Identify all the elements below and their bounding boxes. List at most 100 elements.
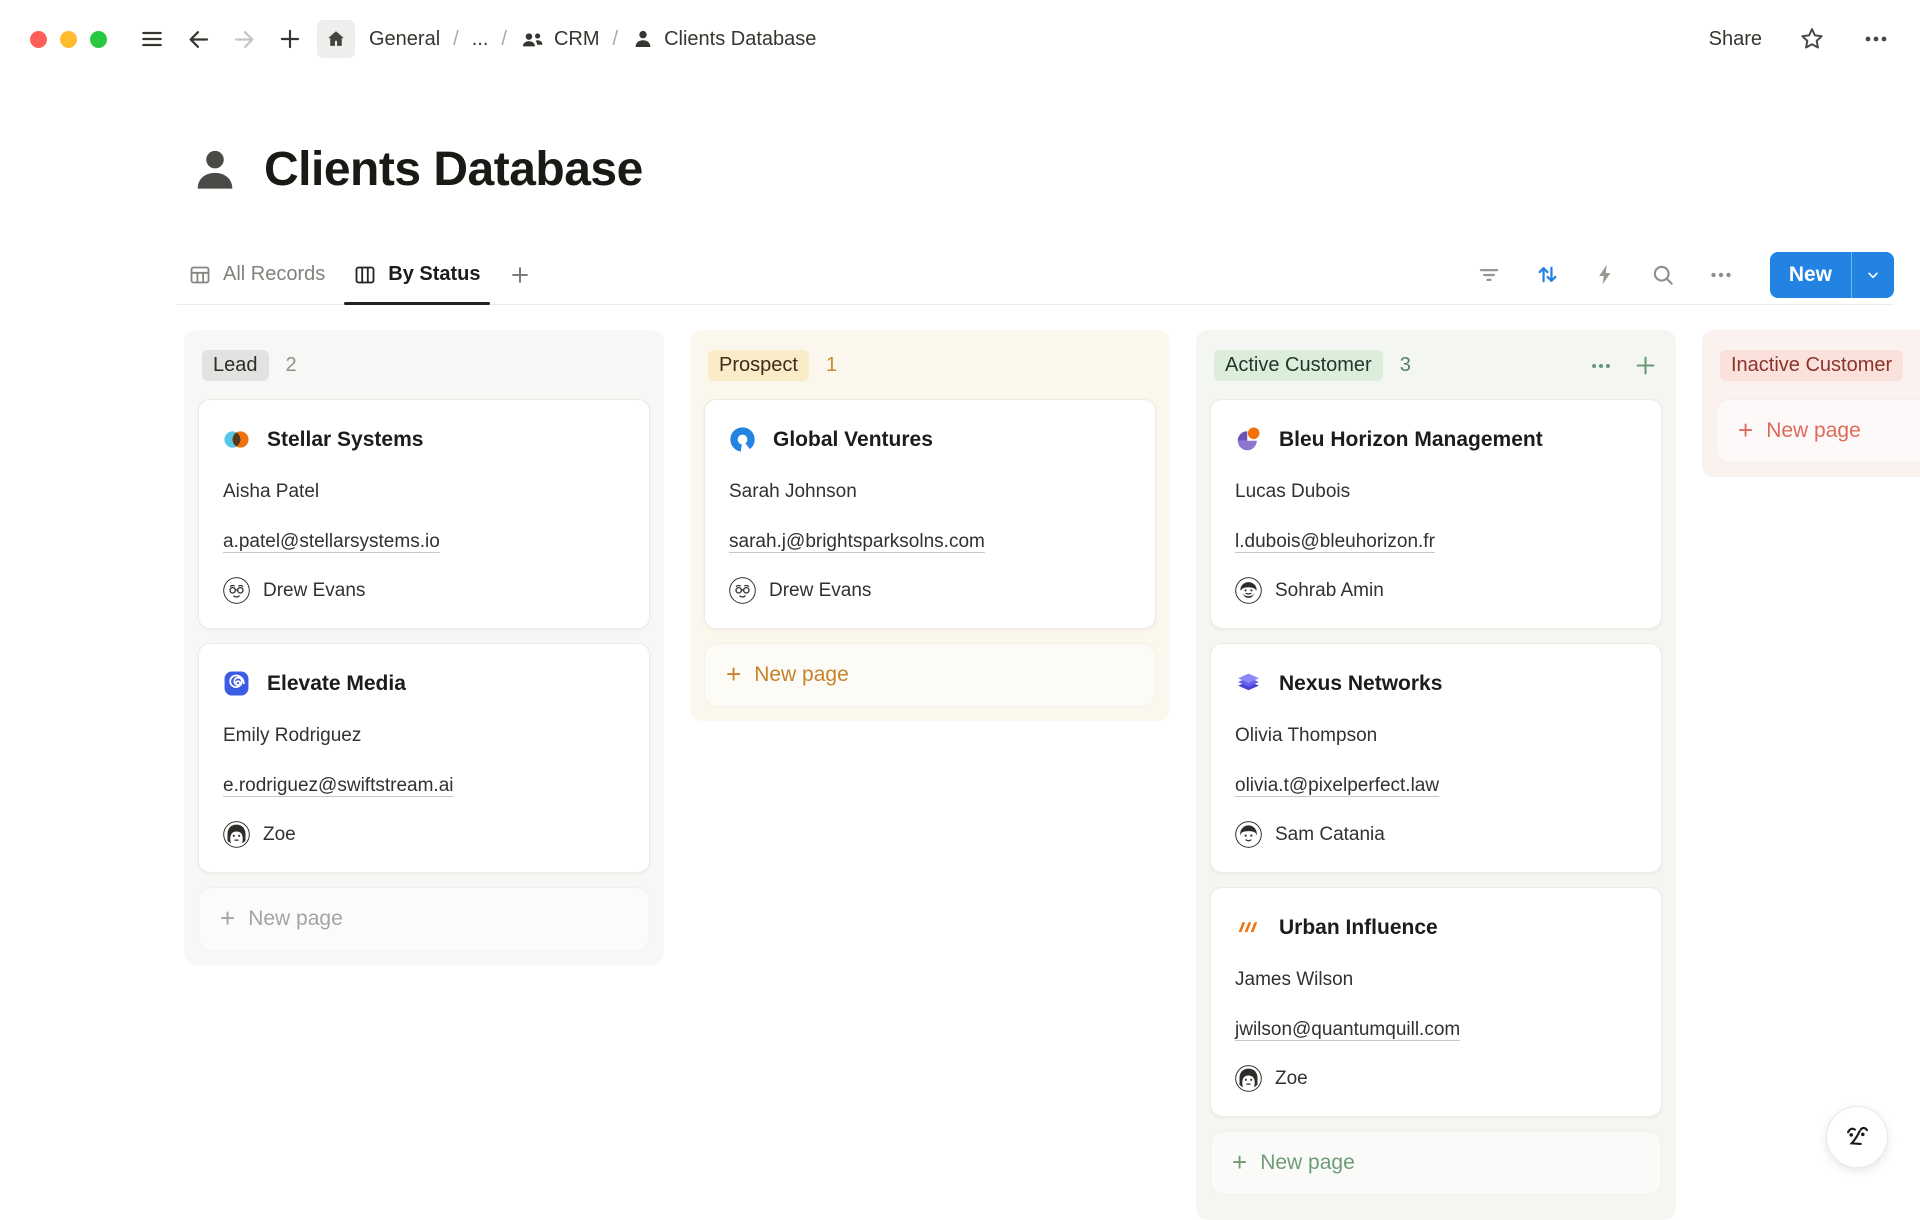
client-card-urban-influence[interactable]: Urban Influence James Wilson jwilson@qua… [1210,887,1662,1117]
add-view-icon[interactable] [508,263,532,287]
board-icon [353,263,377,287]
new-page-button-prospect[interactable]: + New page [704,643,1156,707]
board-column-lead: Lead 2 Stellar Systems Aisha Patel a.pat… [184,330,664,965]
breadcrumb-separator: / [501,28,507,51]
card-email-link[interactable]: sarah.j@brightsparksolns.com [729,531,985,553]
favorite-star-icon[interactable] [1798,25,1826,53]
forward-icon[interactable] [225,20,263,58]
card-contact-name: Aisha Patel [223,481,625,503]
new-record-dropdown[interactable] [1852,252,1894,298]
plus-icon: + [1232,1149,1247,1175]
card-owner-name: Drew Evans [769,580,871,602]
client-card-stellar-systems[interactable]: Stellar Systems Aisha Patel a.patel@stel… [198,399,650,629]
nexus-networks-logo-icon [1235,670,1262,697]
sidebar-menu-icon[interactable] [133,20,171,58]
plus-icon: + [1738,417,1753,443]
breadcrumb-separator: / [613,28,619,51]
share-button[interactable]: Share [1709,28,1762,51]
card-email-link[interactable]: jwilson@quantumquill.com [1235,1019,1460,1041]
status-badge[interactable]: Lead [202,350,269,381]
new-page-button-lead[interactable]: + New page [198,887,650,951]
status-badge[interactable]: Inactive Customer [1720,350,1903,381]
breadcrumb: General / ... / CRM / Clients Database [369,27,816,52]
sort-icon[interactable] [1534,261,1561,288]
new-page-button-inactive[interactable]: + New page [1716,399,1920,463]
stellar-systems-logo-icon [223,426,250,453]
breadcrumb-root[interactable]: General [369,28,440,51]
global-ventures-logo-icon [729,426,756,453]
client-card-bleu-horizon[interactable]: Bleu Horizon Management Lucas Dubois l.d… [1210,399,1662,629]
client-card-nexus-networks[interactable]: Nexus Networks Olivia Thompson olivia.t@… [1210,643,1662,873]
new-tab-icon[interactable] [271,20,309,58]
card-owner-name: Zoe [263,824,296,846]
table-icon [188,263,212,287]
new-page-label: New page [248,907,343,931]
client-card-elevate-media[interactable]: Elevate Media Emily Rodriguez e.rodrigue… [198,643,650,873]
column-more-icon[interactable] [1589,354,1613,378]
new-record-button[interactable]: New [1770,252,1894,298]
column-header-lead: Lead 2 [198,350,650,399]
filter-icon[interactable] [1476,262,1502,288]
avatar-zoe [1235,1065,1262,1092]
face-icon [1838,1118,1876,1156]
column-header-inactive-customer: Inactive Customer [1716,350,1920,399]
back-icon[interactable] [179,20,217,58]
view-toolbar: New [1476,252,1894,298]
column-count: 1 [826,354,837,377]
window-titlebar: General / ... / CRM / Clients Database S… [0,0,1920,78]
card-email-link[interactable]: a.patel@stellarsystems.io [223,531,440,553]
new-page-button-active[interactable]: + New page [1210,1131,1662,1195]
minimize-window-button[interactable] [60,31,77,48]
person-icon [631,27,655,51]
tab-by-status[interactable]: By Status [342,245,491,304]
breadcrumb-page[interactable]: Clients Database [631,27,816,51]
board-column-inactive-customer: Inactive Customer + New page [1702,330,1920,477]
card-owner-name: Sohrab Amin [1275,580,1384,602]
breadcrumb-ellipsis-label: ... [472,28,489,51]
card-company-name: Stellar Systems [267,428,423,452]
avatar-sohrab-amin [1235,577,1262,604]
more-options-icon[interactable] [1862,25,1890,53]
view-bar: All Records By Status New [177,245,1894,305]
breadcrumb-page-label: Clients Database [664,28,816,51]
client-card-global-ventures[interactable]: Global Ventures Sarah Johnson sarah.j@br… [704,399,1156,629]
page-header: Clients Database [188,142,643,197]
card-contact-name: Emily Rodriguez [223,725,625,747]
card-company-name: Nexus Networks [1279,672,1442,696]
card-contact-name: James Wilson [1235,969,1637,991]
status-badge[interactable]: Prospect [708,350,809,381]
lightning-icon[interactable] [1593,262,1618,287]
search-icon[interactable] [1650,262,1676,288]
board-column-active-customer: Active Customer 3 Bleu Ho [1196,330,1676,1220]
new-page-label: New page [1260,1151,1355,1175]
view-more-icon[interactable] [1708,262,1734,288]
column-add-card-icon[interactable] [1633,353,1658,378]
tab-all-records[interactable]: All Records [177,245,336,304]
new-page-label: New page [754,663,849,687]
card-company-name: Urban Influence [1279,916,1438,940]
breadcrumb-ellipsis[interactable]: ... [472,28,489,51]
chevron-down-icon [1865,267,1881,283]
column-header-prospect: Prospect 1 [704,350,1156,399]
board-column-prospect: Prospect 1 Global Ventures Sarah Johnson… [690,330,1170,721]
urban-influence-logo-icon [1235,914,1262,941]
card-email-link[interactable]: olivia.t@pixelperfect.law [1235,775,1439,797]
card-email-link[interactable]: e.rodriguez@swiftstream.ai [223,775,453,797]
page-title: Clients Database [264,142,643,197]
status-badge[interactable]: Active Customer [1214,350,1383,381]
zoom-window-button[interactable] [90,31,107,48]
breadcrumb-root-label: General [369,28,440,51]
avatar-zoe [223,821,250,848]
close-window-button[interactable] [30,31,47,48]
card-company-name: Global Ventures [773,428,933,452]
notion-face-button[interactable] [1826,1106,1888,1168]
card-email-link[interactable]: l.dubois@bleuhorizon.fr [1235,531,1435,553]
plus-icon: + [220,905,235,931]
card-company-name: Bleu Horizon Management [1279,428,1543,452]
breadcrumb-team-crm[interactable]: CRM [520,27,600,52]
column-count: 3 [1400,354,1411,377]
elevate-media-logo-icon [223,670,250,697]
plus-icon: + [726,661,741,687]
home-icon[interactable] [317,20,355,58]
view-tabs: All Records By Status [177,245,532,304]
